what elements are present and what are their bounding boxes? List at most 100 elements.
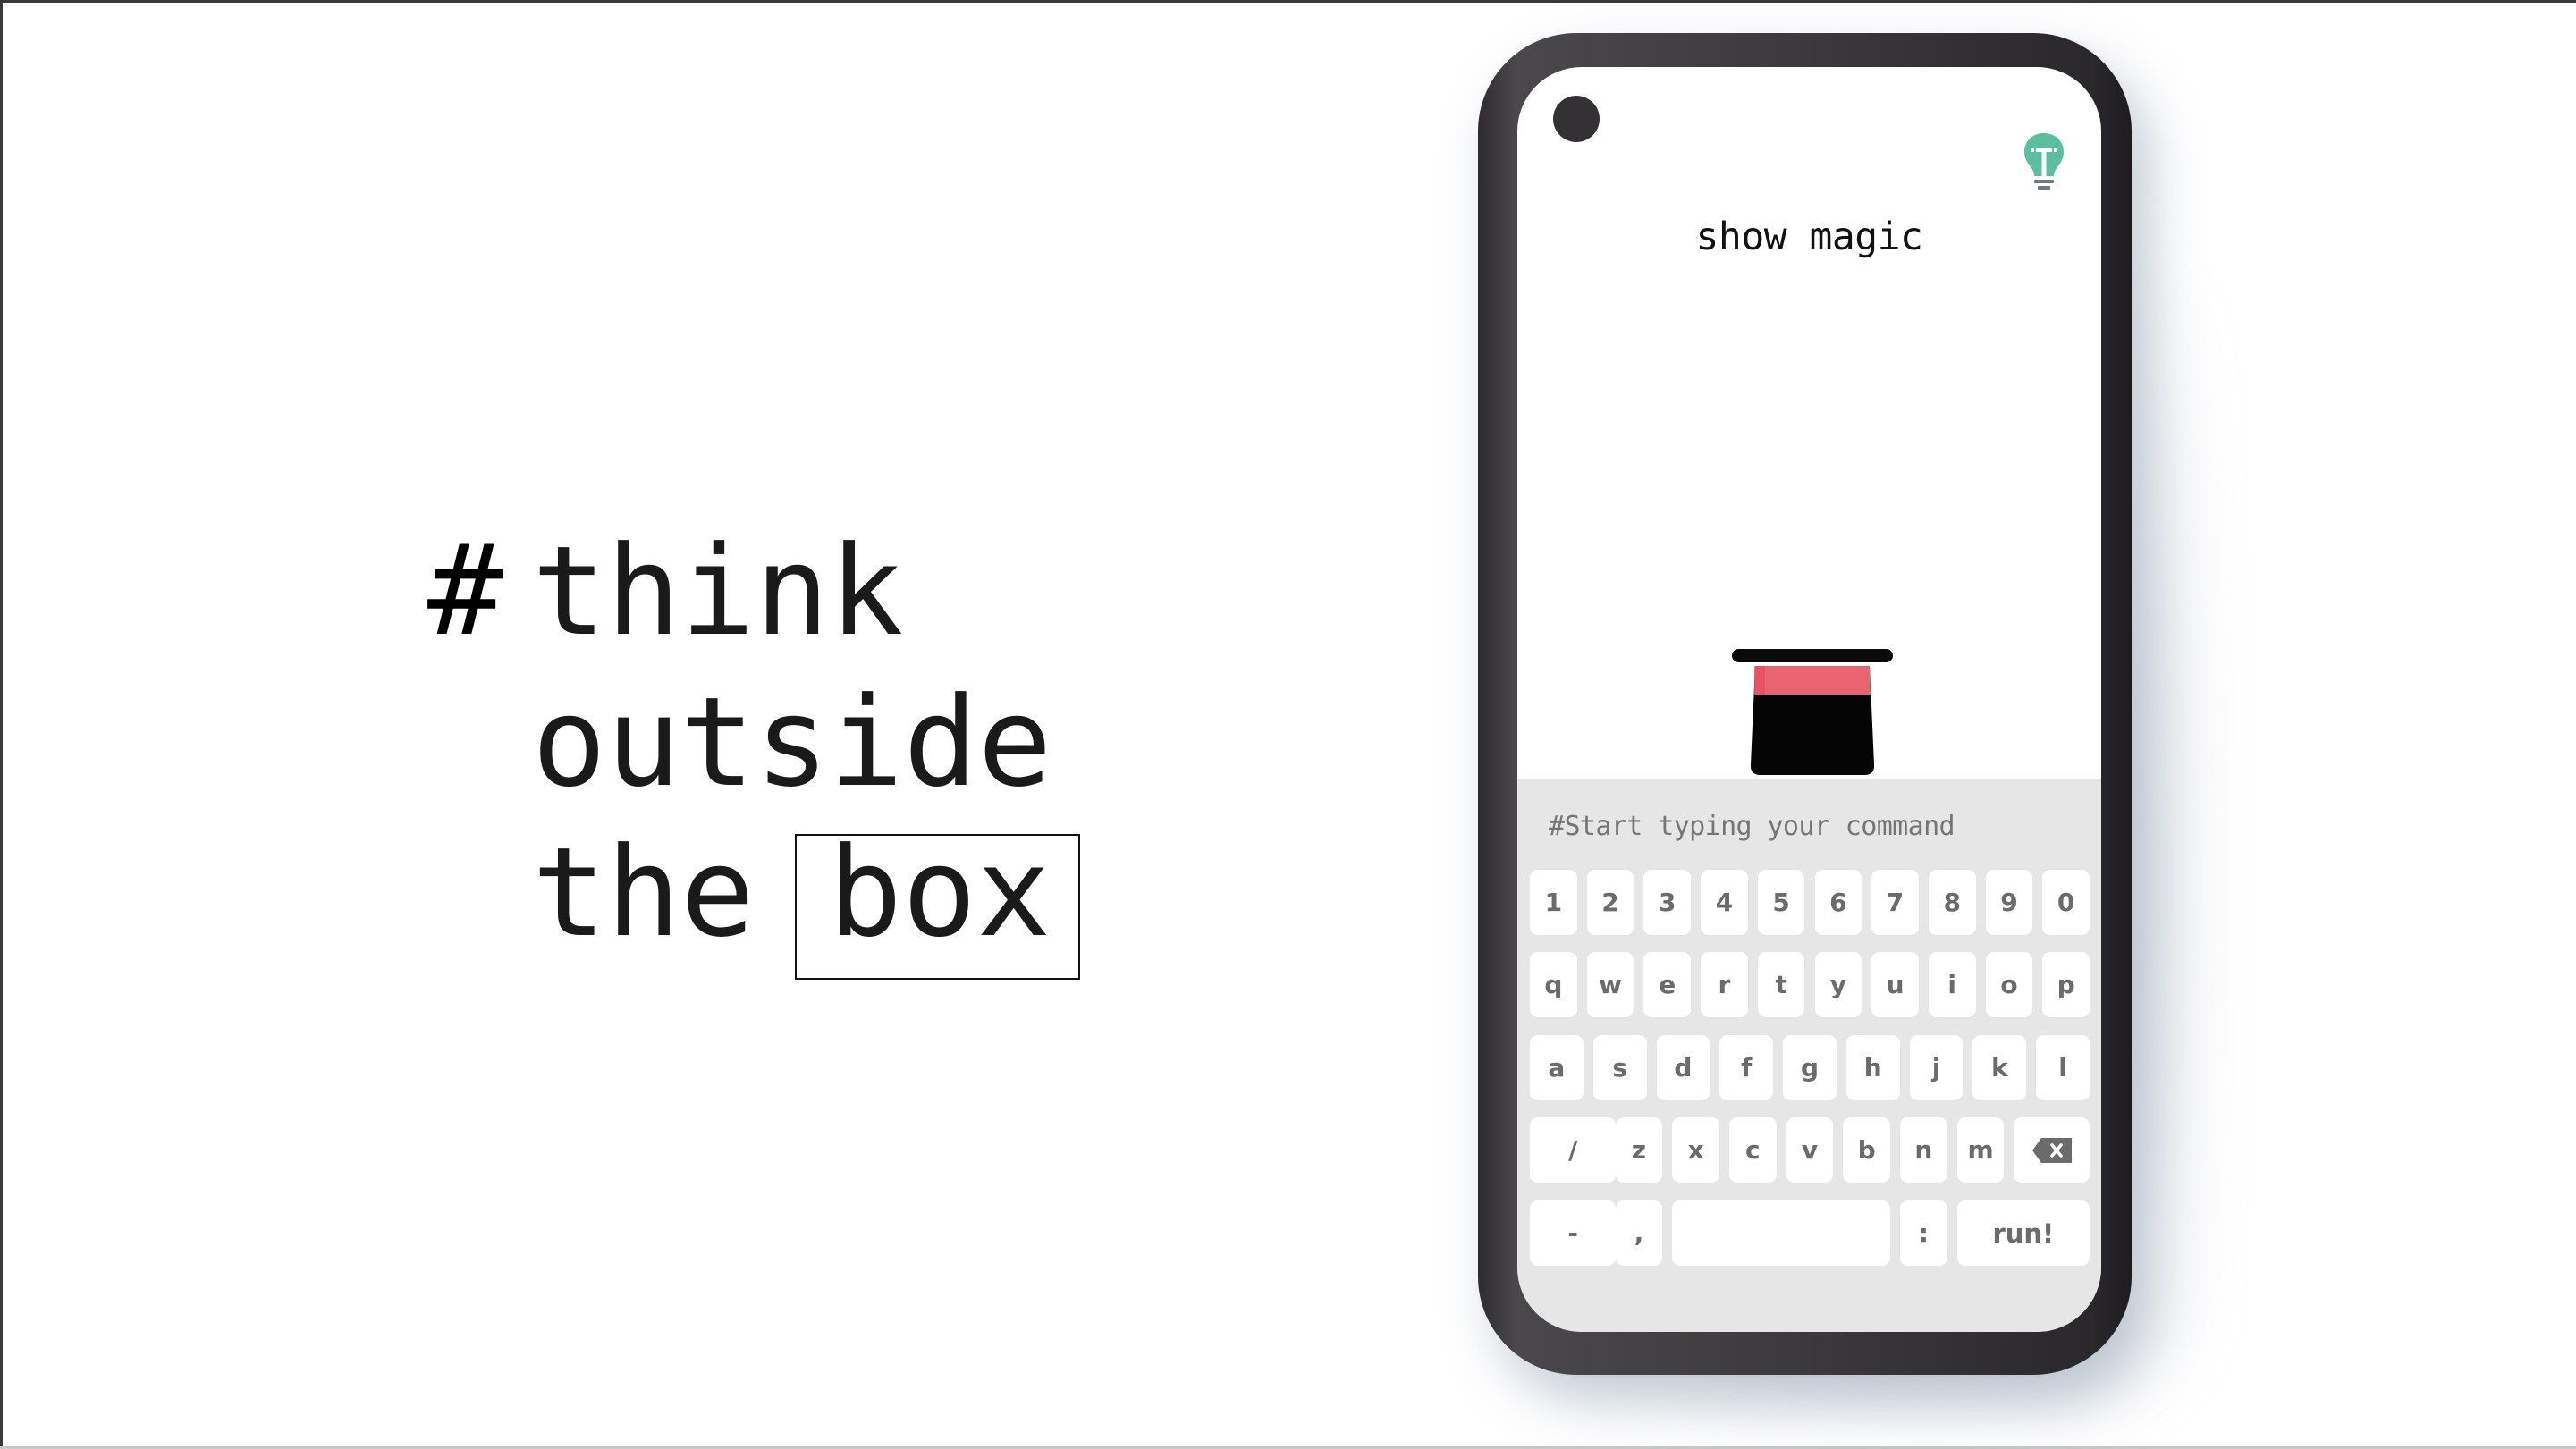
key-label: p (2057, 970, 2075, 999)
hint-button[interactable] (2021, 130, 2067, 194)
key-m[interactable]: m (1956, 1117, 2005, 1183)
key-n[interactable]: n (1900, 1117, 1947, 1183)
key-label: x (1687, 1135, 1704, 1165)
magic-hat (1732, 619, 1893, 779)
key-label: l (2058, 1053, 2067, 1083)
magic-top-hat-icon (1732, 649, 1893, 775)
key-label: run! (1992, 1217, 2055, 1249)
key-comma[interactable]: , (1615, 1200, 1663, 1266)
key-o[interactable]: o (1985, 952, 2033, 1017)
key-label: d (1674, 1053, 1693, 1083)
tagline: # think outside the box (0, 0, 1252, 1449)
key-label: i (1947, 970, 1957, 999)
key-label: v (1801, 1135, 1819, 1165)
key-label: m (1967, 1135, 1994, 1165)
key-label: 6 (1829, 888, 1847, 917)
key-l[interactable]: l (2036, 1035, 2090, 1100)
key-a[interactable]: a (1530, 1035, 1584, 1100)
key-label: 7 (1886, 888, 1905, 917)
key-label: k (1991, 1053, 2008, 1083)
backspace-icon (2031, 1137, 2072, 1163)
key-label: , (1634, 1218, 1644, 1248)
phone-screen: show magic 1 2 3 4 5 6 7 8 9 0 q w e r t y u i o p a s d f g h j k l… (1517, 67, 2101, 1332)
key-label: y (1829, 970, 1846, 999)
key-label: 0 (2057, 888, 2075, 917)
key-space[interactable] (1672, 1200, 1891, 1266)
key-label: : (1918, 1218, 1929, 1248)
key-label: c (1744, 1135, 1761, 1165)
tagline-hash: # (427, 518, 503, 664)
key-label: q (1544, 970, 1563, 999)
key-f[interactable]: f (1719, 1035, 1774, 1100)
key-label: - (1567, 1218, 1578, 1248)
key-t[interactable]: t (1757, 952, 1805, 1017)
key-label: 2 (1601, 888, 1619, 917)
key-j[interactable]: j (1909, 1035, 1964, 1100)
key-d[interactable]: d (1656, 1035, 1710, 1100)
key-label: / (1568, 1135, 1578, 1165)
key-v[interactable]: v (1786, 1117, 1834, 1183)
key-2[interactable]: 2 (1586, 870, 1634, 935)
key-label: 9 (2000, 888, 2018, 917)
key-label: j (1931, 1053, 1941, 1083)
key-label: 3 (1658, 888, 1677, 917)
tagline-line-think: think (532, 519, 904, 663)
key-q[interactable]: q (1530, 952, 1577, 1017)
backspace-key[interactable] (2014, 1117, 2090, 1183)
key-slash[interactable]: / (1530, 1117, 1617, 1183)
key-colon[interactable]: : (1900, 1200, 1947, 1266)
app-title: show magic (1695, 215, 1923, 259)
camera-punch-hole (1553, 96, 1600, 142)
key-4[interactable]: 4 (1701, 870, 1748, 935)
key-1[interactable]: 1 (1530, 870, 1577, 935)
key-label: 5 (1772, 888, 1790, 917)
key-0[interactable]: 0 (2042, 870, 2090, 935)
key-label: o (2000, 970, 2018, 999)
key-w[interactable]: w (1586, 952, 1634, 1017)
key-label: t (1775, 970, 1787, 999)
key-6[interactable]: 6 (1814, 870, 1862, 935)
key-x[interactable]: x (1672, 1117, 1719, 1183)
tagline-boxed-word: box (828, 821, 1052, 965)
key-label: 8 (1943, 888, 1961, 917)
key-z[interactable]: z (1615, 1117, 1663, 1183)
key-c[interactable]: c (1728, 1117, 1777, 1183)
key-label: 1 (1544, 888, 1563, 917)
key-label: s (1612, 1053, 1627, 1083)
key-u[interactable]: u (1871, 952, 1919, 1017)
key-label: f (1741, 1053, 1753, 1083)
key-label: e (1659, 970, 1677, 999)
key-5[interactable]: 5 (1757, 870, 1805, 935)
tagline-line-the: the (532, 821, 756, 965)
key-y[interactable]: y (1814, 952, 1862, 1017)
key-9[interactable]: 9 (1985, 870, 2033, 935)
key-p[interactable]: p (2042, 952, 2090, 1017)
key-label: w (1599, 970, 1622, 999)
key-label: u (1886, 970, 1905, 999)
keyboard-panel: 1 2 3 4 5 6 7 8 9 0 q w e r t y u i o p a s d f g h j k l / z x c v b n m -,:… (1517, 779, 2101, 1332)
key-label: n (1914, 1135, 1933, 1165)
key-h[interactable]: h (1845, 1035, 1900, 1100)
key-3[interactable]: 3 (1643, 870, 1692, 935)
key-label: a (1548, 1053, 1566, 1083)
key-g[interactable]: g (1783, 1035, 1837, 1100)
key-i[interactable]: i (1928, 952, 1976, 1017)
tagline-line-outside: outside (532, 670, 1052, 814)
run-button[interactable]: run! (1956, 1200, 2090, 1266)
key-label: 4 (1715, 888, 1734, 917)
command-input[interactable] (1549, 804, 2085, 848)
key-k[interactable]: k (1972, 1035, 2027, 1100)
key-label: z (1631, 1135, 1647, 1165)
key-label: g (1800, 1053, 1820, 1083)
key-dash[interactable]: - (1530, 1200, 1617, 1266)
key-label: r (1718, 970, 1731, 999)
key-b[interactable]: b (1843, 1117, 1891, 1183)
key-7[interactable]: 7 (1871, 870, 1919, 935)
key-r[interactable]: r (1701, 952, 1748, 1017)
key-s[interactable]: s (1592, 1035, 1647, 1100)
lightbulb-icon (2024, 133, 2064, 190)
key-8[interactable]: 8 (1928, 870, 1976, 935)
key-label: b (1857, 1135, 1876, 1165)
key-e[interactable]: e (1643, 952, 1692, 1017)
key-label: h (1863, 1053, 1882, 1083)
